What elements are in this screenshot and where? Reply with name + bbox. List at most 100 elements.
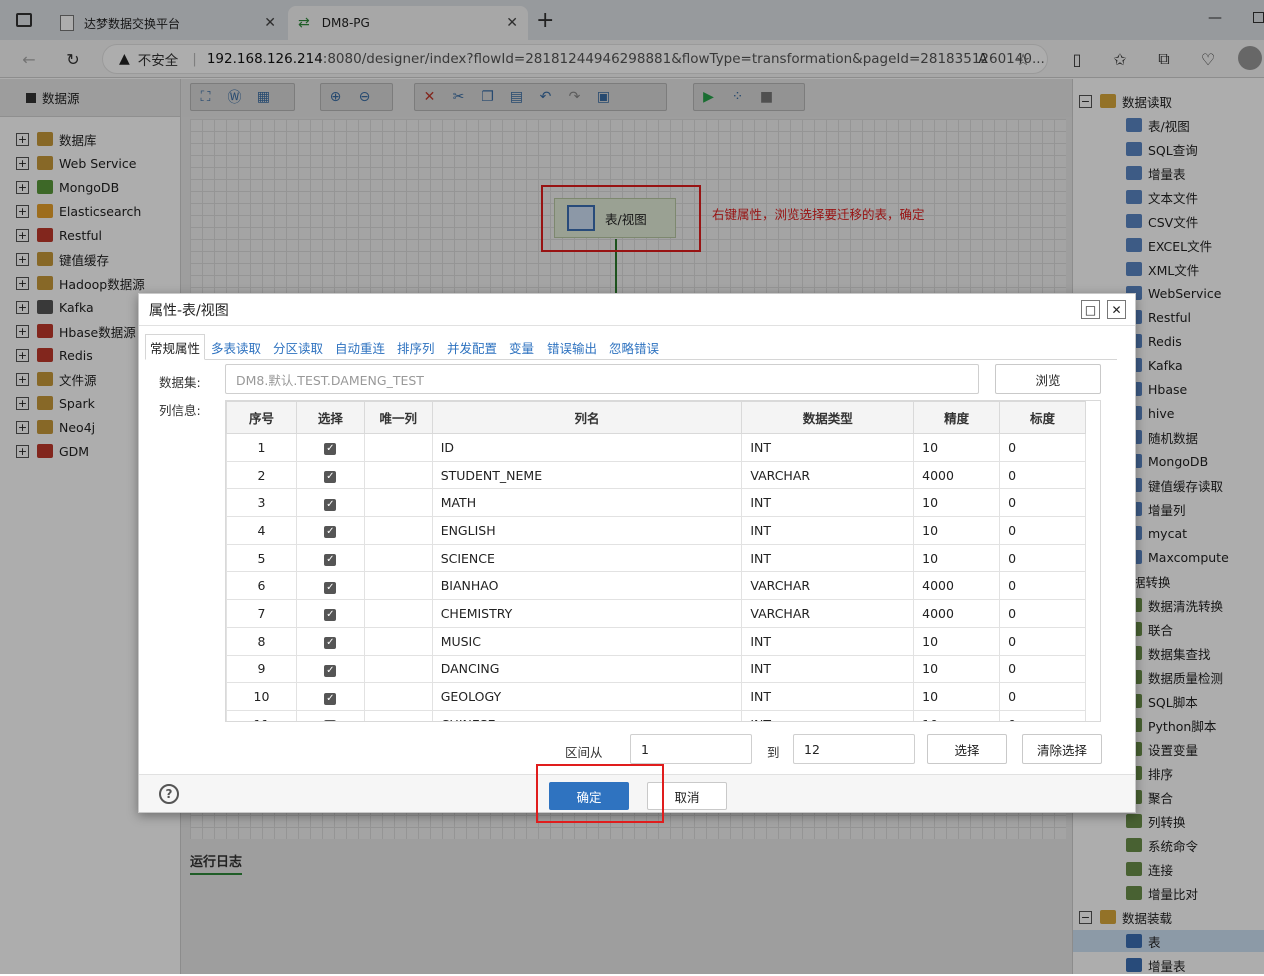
- table-cell: 4000: [913, 599, 1001, 628]
- unique-cell[interactable]: [363, 543, 433, 573]
- dialog-tab[interactable]: 错误输出: [547, 334, 597, 360]
- select-checkbox[interactable]: ✓: [295, 516, 365, 545]
- checkbox-checked-icon[interactable]: ✓: [324, 692, 337, 705]
- browse-button[interactable]: 浏览: [995, 364, 1101, 394]
- row-number: 6: [226, 571, 297, 601]
- unique-cell[interactable]: [363, 626, 433, 656]
- table-row[interactable]: 5 ✓ SCIENCE INT 10 0: [226, 543, 1086, 573]
- properties-dialog: 属性-表/视图 □ ✕ 常规属性 多表读取 分区读取 自动重连 排序列 并发配置 变量 错误输…: [138, 293, 1136, 823]
- unique-cell[interactable]: [363, 488, 433, 518]
- table-cell: 0: [999, 626, 1086, 656]
- column-header: 标度: [999, 401, 1086, 434]
- maximize-icon[interactable]: □: [1081, 300, 1100, 319]
- select-checkbox[interactable]: ✓: [295, 488, 365, 518]
- checkbox-checked-icon[interactable]: ✓: [324, 526, 337, 539]
- table-cell: 0: [999, 460, 1086, 490]
- column-header: 选择: [295, 401, 365, 434]
- table-row[interactable]: 1 ✓ ID INT 10 0: [226, 433, 1086, 462]
- select-button[interactable]: 选择: [927, 734, 1007, 764]
- table-cell: 0: [999, 709, 1086, 721]
- help-icon[interactable]: ?: [159, 784, 179, 804]
- table-cell: 0: [999, 654, 1086, 684]
- table-cell: 0: [999, 488, 1086, 518]
- table-cell: INT: [741, 682, 915, 711]
- select-checkbox[interactable]: ✓: [295, 571, 365, 601]
- checkbox-checked-icon[interactable]: ✓: [324, 554, 337, 567]
- range-to-input[interactable]: 12: [793, 734, 915, 764]
- table-cell: 10: [913, 709, 1001, 721]
- row-number: 10: [226, 682, 297, 711]
- row-number: 3: [226, 488, 297, 518]
- table-cell: MATH: [431, 488, 743, 518]
- table-cell: INT: [741, 709, 915, 721]
- table-cell: 10: [913, 626, 1001, 656]
- dialog-tab[interactable]: 并发配置: [447, 334, 497, 360]
- table-cell: 0: [999, 682, 1086, 711]
- table-cell: 10: [913, 682, 1001, 711]
- row-number: 7: [226, 599, 297, 628]
- select-checkbox[interactable]: ✓: [295, 543, 365, 573]
- table-cell: VARCHAR: [741, 460, 915, 490]
- unique-cell[interactable]: [363, 460, 433, 490]
- table-row[interactable]: 7 ✓ CHEMISTRY VARCHAR 4000 0: [226, 599, 1086, 628]
- unique-cell[interactable]: [363, 433, 433, 462]
- table-row[interactable]: 2 ✓ STUDENT_NEME VARCHAR 4000 0: [226, 460, 1086, 490]
- dialog-tab[interactable]: 常规属性: [145, 334, 206, 360]
- dialog-tab[interactable]: 多表读取: [211, 334, 261, 360]
- table-row[interactable]: 8 ✓ MUSIC INT 10 0: [226, 626, 1086, 656]
- column-header: 列名: [431, 401, 743, 434]
- unique-cell[interactable]: [363, 709, 433, 721]
- select-checkbox[interactable]: ✓: [295, 599, 365, 628]
- clear-selection-button[interactable]: 清除选择: [1022, 734, 1102, 764]
- table-cell: MUSIC: [431, 626, 743, 656]
- checkbox-checked-icon[interactable]: ✓: [324, 443, 337, 456]
- select-checkbox[interactable]: ✓: [295, 709, 365, 721]
- dialog-tab[interactable]: 自动重连: [335, 334, 385, 360]
- select-checkbox[interactable]: ✓: [295, 626, 365, 656]
- table-cell: CHEMISTRY: [431, 599, 743, 628]
- checkbox-checked-icon[interactable]: ✓: [324, 637, 337, 650]
- checkbox-checked-icon[interactable]: ✓: [324, 720, 337, 721]
- table-row[interactable]: 10 ✓ GEOLOGY INT 10 0: [226, 682, 1086, 711]
- table-cell: CHINESE: [431, 709, 743, 721]
- checkbox-checked-icon[interactable]: ✓: [324, 498, 337, 511]
- row-number: 11: [226, 709, 297, 721]
- select-checkbox[interactable]: ✓: [295, 460, 365, 490]
- table-row[interactable]: 6 ✓ BIANHAO VARCHAR 4000 0: [226, 571, 1086, 601]
- select-checkbox[interactable]: ✓: [295, 682, 365, 711]
- table-cell: 0: [999, 516, 1086, 545]
- checkbox-checked-icon[interactable]: ✓: [324, 609, 337, 622]
- close-icon[interactable]: ✕: [1107, 300, 1126, 319]
- unique-cell[interactable]: [363, 682, 433, 711]
- row-number: 4: [226, 516, 297, 545]
- table-cell: INT: [741, 516, 915, 545]
- table-row[interactable]: 3 ✓ MATH INT 10 0: [226, 488, 1086, 518]
- checkbox-checked-icon[interactable]: ✓: [324, 664, 337, 677]
- column-header: 序号: [226, 401, 297, 434]
- column-header: 精度: [913, 401, 1001, 434]
- unique-cell[interactable]: [363, 516, 433, 545]
- table-cell: 10: [913, 433, 1001, 462]
- range-from-label: 区间从: [565, 745, 603, 760]
- dialog-tab[interactable]: 变量: [509, 334, 534, 360]
- range-from-input[interactable]: 1: [630, 734, 752, 764]
- select-checkbox[interactable]: ✓: [295, 433, 365, 462]
- dialog-tabs: 常规属性 多表读取 分区读取 自动重连 排序列 并发配置 变量 错误输出 忽略错误: [145, 334, 1117, 360]
- dataset-field[interactable]: DM8.默认.TEST.DAMENG_TEST: [225, 364, 979, 394]
- checkbox-checked-icon[interactable]: ✓: [324, 471, 337, 484]
- dialog-tab[interactable]: 忽略错误: [609, 334, 659, 360]
- unique-cell[interactable]: [363, 599, 433, 628]
- checkbox-checked-icon[interactable]: ✓: [324, 581, 337, 594]
- dataset-label: 数据集:: [159, 375, 201, 390]
- columns-label: 列信息:: [159, 403, 201, 418]
- table-cell: ENGLISH: [431, 516, 743, 545]
- table-row[interactable]: 4 ✓ ENGLISH INT 10 0: [226, 516, 1086, 545]
- dialog-tab[interactable]: 排序列: [397, 334, 435, 360]
- dialog-tab[interactable]: 分区读取: [273, 334, 323, 360]
- table-row[interactable]: 9 ✓ DANCING INT 10 0: [226, 654, 1086, 684]
- unique-cell[interactable]: [363, 571, 433, 601]
- select-checkbox[interactable]: ✓: [295, 654, 365, 684]
- table-cell: INT: [741, 433, 915, 462]
- table-row[interactable]: 11 ✓ CHINESEINT100: [226, 709, 1086, 721]
- unique-cell[interactable]: [363, 654, 433, 684]
